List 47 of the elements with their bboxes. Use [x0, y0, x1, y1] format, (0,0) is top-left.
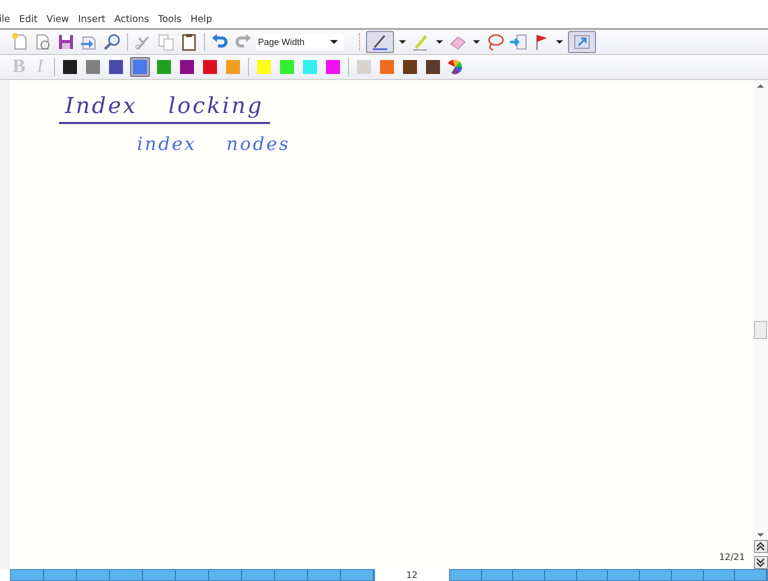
color-swatch[interactable]: [130, 57, 150, 77]
pen-icon: [370, 33, 390, 51]
caret-icon[interactable]: [473, 40, 480, 44]
menu-item[interactable]: ile: [0, 14, 10, 24]
caret-icon: [330, 40, 338, 44]
menu-item[interactable]: Help: [190, 14, 212, 24]
color-swatch[interactable]: [255, 58, 273, 76]
color-wheel-icon[interactable]: [446, 58, 464, 76]
color-swatch[interactable]: [61, 58, 79, 76]
menu-item[interactable]: Insert: [78, 14, 106, 24]
zoom-dropdown[interactable]: Page Width: [256, 34, 344, 50]
color-swatch[interactable]: [155, 58, 173, 76]
expand-icon: [573, 33, 591, 51]
color-swatch[interactable]: [107, 58, 125, 76]
scroll-down-icon[interactable]: [757, 532, 764, 536]
previous-page-button[interactable]: [754, 540, 768, 553]
color-swatch[interactable]: [178, 58, 196, 76]
page-counter: 12/21: [719, 553, 745, 563]
handwritten-text: index nodes: [137, 134, 290, 155]
color-swatch[interactable]: [278, 58, 296, 76]
view-button[interactable]: [568, 31, 596, 53]
color-swatch[interactable]: [355, 58, 373, 76]
pen-button[interactable]: [366, 31, 394, 53]
insert-space-icon[interactable]: [508, 32, 528, 52]
caret-icon[interactable]: [556, 40, 563, 44]
color-swatch[interactable]: [324, 58, 342, 76]
scroll-thumb[interactable]: [754, 321, 767, 340]
menu-item[interactable]: Edit: [19, 14, 38, 24]
scroll-up-icon[interactable]: [757, 84, 764, 88]
color-swatch[interactable]: [224, 58, 242, 76]
menu-item[interactable]: View: [46, 14, 70, 24]
caret-icon[interactable]: [436, 40, 443, 44]
save-icon[interactable]: [56, 32, 76, 52]
color-swatch[interactable]: [201, 58, 219, 76]
search-icon[interactable]: [102, 32, 122, 52]
caret-icon[interactable]: [399, 40, 406, 44]
page-number: 12: [405, 571, 419, 581]
handwritten-text: Index locking: [59, 94, 270, 124]
next-page-button[interactable]: [754, 556, 768, 569]
color-swatch[interactable]: [301, 58, 319, 76]
color-swatch[interactable]: [424, 58, 442, 76]
color-swatch[interactable]: [378, 58, 396, 76]
scrollbar[interactable]: [753, 80, 768, 569]
color-swatch[interactable]: [401, 58, 419, 76]
menu-item[interactable]: Tools: [158, 14, 182, 24]
menu-item[interactable]: Actions: [114, 14, 150, 24]
color-swatch[interactable]: [84, 58, 102, 76]
